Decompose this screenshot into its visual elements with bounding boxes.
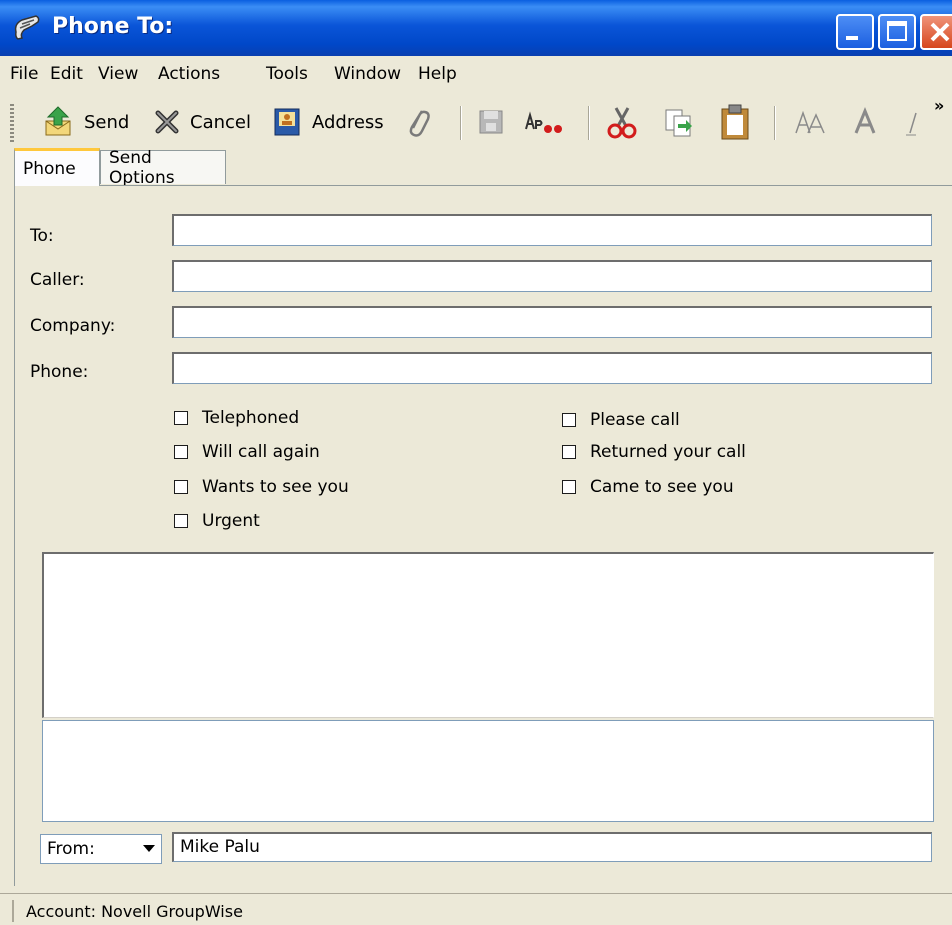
will-call-again-checkbox[interactable]: Will call again bbox=[174, 442, 320, 462]
tab-phone[interactable]: Phone bbox=[14, 148, 100, 186]
urgent-label: Urgent bbox=[202, 511, 260, 531]
close-button[interactable] bbox=[920, 14, 952, 50]
toolbar-separator bbox=[774, 106, 775, 140]
please-call-checkbox[interactable]: Please call bbox=[562, 410, 680, 430]
spell-check-icon bbox=[525, 111, 562, 133]
cut-button[interactable] bbox=[604, 100, 640, 144]
menu-edit[interactable]: Edit bbox=[50, 64, 83, 84]
toolbar-overflow-icon[interactable]: » bbox=[934, 96, 944, 115]
toolbar: Send Cancel Address » bbox=[0, 94, 952, 152]
status-bar: Account: Novell GroupWise bbox=[0, 893, 952, 925]
maximize-icon bbox=[887, 21, 907, 41]
address-button[interactable]: Address bbox=[272, 100, 384, 144]
telephoned-box[interactable] bbox=[174, 411, 188, 425]
phone-icon bbox=[14, 15, 40, 40]
from-dropdown-label: From: bbox=[47, 839, 95, 859]
menu-window[interactable]: Window bbox=[334, 64, 401, 84]
paste-button[interactable] bbox=[718, 100, 752, 144]
save-button[interactable] bbox=[476, 100, 506, 144]
message-body-textarea[interactable] bbox=[42, 552, 934, 718]
italic-icon bbox=[906, 112, 917, 136]
telephoned-checkbox[interactable]: Telephoned bbox=[174, 408, 299, 428]
save-icon bbox=[479, 110, 503, 134]
spell-check-button[interactable] bbox=[520, 100, 564, 144]
urgent-checkbox[interactable]: Urgent bbox=[174, 511, 260, 531]
came-to-see-you-box[interactable] bbox=[562, 480, 576, 494]
urgent-box[interactable] bbox=[174, 514, 188, 528]
came-to-see-you-label: Came to see you bbox=[590, 477, 734, 497]
tab-send-options-label: Send Options bbox=[109, 147, 175, 188]
cancel-label: Cancel bbox=[190, 111, 251, 133]
to-label: To: bbox=[30, 226, 54, 246]
copy-button[interactable] bbox=[660, 100, 696, 144]
wants-to-see-you-box[interactable] bbox=[174, 480, 188, 494]
will-call-again-box[interactable] bbox=[174, 445, 188, 459]
bold-icon bbox=[854, 107, 876, 134]
returned-your-call-box[interactable] bbox=[562, 445, 576, 459]
send-button[interactable]: Send bbox=[42, 100, 129, 144]
telephoned-label: Telephoned bbox=[202, 408, 300, 428]
caller-input[interactable] bbox=[172, 260, 932, 292]
toolbar-separator bbox=[460, 106, 461, 140]
toolbar-separator bbox=[588, 106, 589, 140]
wants-to-see-you-checkbox[interactable]: Wants to see you bbox=[174, 477, 349, 497]
cancel-icon bbox=[155, 110, 179, 134]
menu-actions[interactable]: Actions bbox=[158, 64, 220, 84]
copy-icon bbox=[665, 109, 692, 137]
minimize-button[interactable] bbox=[836, 14, 874, 50]
please-call-label: Please call bbox=[590, 410, 680, 430]
toolbar-grip[interactable] bbox=[10, 104, 14, 142]
menu-view[interactable]: View bbox=[98, 64, 138, 84]
from-value: Mike Palu bbox=[180, 837, 260, 857]
to-input[interactable] bbox=[172, 214, 932, 246]
italic-button[interactable] bbox=[902, 100, 922, 144]
account-status: Account: Novell GroupWise bbox=[26, 902, 243, 921]
title-bar[interactable]: Phone To: bbox=[0, 0, 952, 56]
menu-bar: File Edit View Actions Tools Window Help bbox=[0, 60, 952, 90]
returned-your-call-checkbox[interactable]: Returned your call bbox=[562, 442, 746, 462]
send-label: Send bbox=[84, 111, 130, 133]
menu-file[interactable]: File bbox=[10, 64, 38, 84]
minimize-icon bbox=[846, 36, 858, 40]
tab-phone-label: Phone bbox=[23, 158, 76, 179]
send-icon bbox=[45, 106, 71, 136]
menu-help[interactable]: Help bbox=[418, 64, 457, 84]
please-call-box[interactable] bbox=[562, 413, 576, 427]
cancel-button[interactable]: Cancel bbox=[154, 100, 251, 144]
tab-strip: Phone Send Options bbox=[14, 148, 944, 188]
phone-label: Phone: bbox=[30, 362, 89, 382]
wants-to-see-you-label: Wants to see you bbox=[202, 477, 349, 497]
returned-your-call-label: Returned your call bbox=[590, 442, 746, 462]
phone-message-window: Phone To: File Edit View Actions Tools W… bbox=[0, 0, 952, 925]
font-size-button[interactable] bbox=[794, 100, 828, 144]
maximize-button[interactable] bbox=[878, 14, 916, 50]
phone-input[interactable] bbox=[172, 352, 932, 384]
font-size-icon bbox=[795, 110, 825, 134]
scissors-icon bbox=[607, 107, 637, 139]
message-notes-textarea[interactable] bbox=[42, 720, 934, 822]
caller-label: Caller: bbox=[30, 270, 85, 290]
clipboard-icon bbox=[721, 104, 749, 140]
menu-tools[interactable]: Tools bbox=[266, 64, 308, 84]
close-icon bbox=[930, 22, 950, 42]
address-book-icon bbox=[274, 108, 300, 136]
came-to-see-you-checkbox[interactable]: Came to see you bbox=[562, 477, 734, 497]
will-call-again-label: Will call again bbox=[202, 442, 320, 462]
address-label: Address bbox=[312, 111, 384, 133]
tab-send-options[interactable]: Send Options bbox=[100, 148, 226, 188]
attach-button[interactable] bbox=[404, 100, 432, 144]
bold-button[interactable] bbox=[852, 100, 878, 144]
window-title: Phone To: bbox=[52, 14, 174, 39]
from-dropdown[interactable]: From: bbox=[40, 834, 162, 864]
status-divider bbox=[12, 900, 14, 922]
chevron-down-icon bbox=[143, 845, 155, 852]
company-label: Company: bbox=[30, 316, 116, 336]
paperclip-icon bbox=[409, 110, 430, 137]
from-input[interactable]: Mike Palu bbox=[172, 832, 932, 862]
company-input[interactable] bbox=[172, 306, 932, 338]
